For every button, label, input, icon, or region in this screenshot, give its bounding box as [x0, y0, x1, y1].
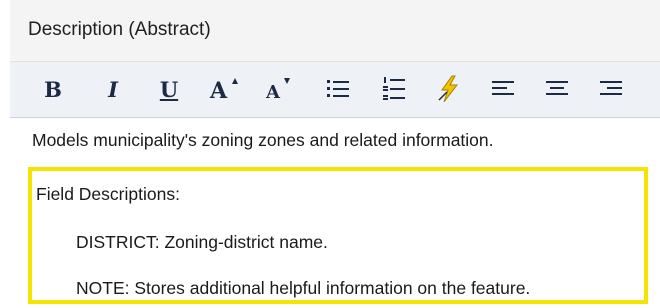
summary-line: Models municipality's zoning zones and r… [32, 130, 494, 150]
align-left-icon [492, 81, 514, 95]
italic-button[interactable]: I [100, 72, 126, 106]
italic-icon: I [108, 76, 118, 102]
shrink-font-button[interactable]: A [262, 72, 296, 106]
align-center-icon [546, 81, 568, 95]
numbered-list-icon [383, 77, 405, 100]
grow-font-button[interactable]: A [208, 72, 242, 106]
underline-button[interactable]: U [156, 72, 182, 106]
grow-font-icon: A [209, 78, 238, 104]
section-title: Description (Abstract) [28, 19, 211, 40]
bold-button[interactable]: B [40, 72, 66, 106]
formatting-toolbar: B I U A A [10, 62, 660, 118]
field-descriptions-heading: Field Descriptions: [36, 184, 180, 204]
bulleted-list-icon [327, 80, 349, 97]
grow-font-glyph: A [209, 78, 228, 104]
align-right-icon [600, 81, 622, 95]
bold-icon: B [44, 76, 62, 102]
shrink-font-icon: A [265, 78, 290, 103]
clear-formatting-icon [438, 75, 459, 103]
district-field-description: DISTRICT: Zoning-district name. [76, 232, 328, 252]
underline-icon: U [159, 76, 179, 102]
align-left-button[interactable] [488, 72, 518, 106]
description-section-header: Description (Abstract) [10, 0, 660, 62]
clear-formatting-button[interactable] [434, 72, 464, 106]
align-right-button[interactable] [596, 72, 626, 106]
shrink-font-glyph: A [265, 82, 281, 103]
numbered-list-button[interactable] [380, 72, 408, 106]
description-editor[interactable]: Models municipality's zoning zones and r… [10, 118, 660, 308]
bulleted-list-button[interactable] [324, 72, 352, 106]
note-field-description: NOTE: Stores additional helpful informat… [76, 278, 531, 298]
align-center-button[interactable] [542, 72, 572, 106]
